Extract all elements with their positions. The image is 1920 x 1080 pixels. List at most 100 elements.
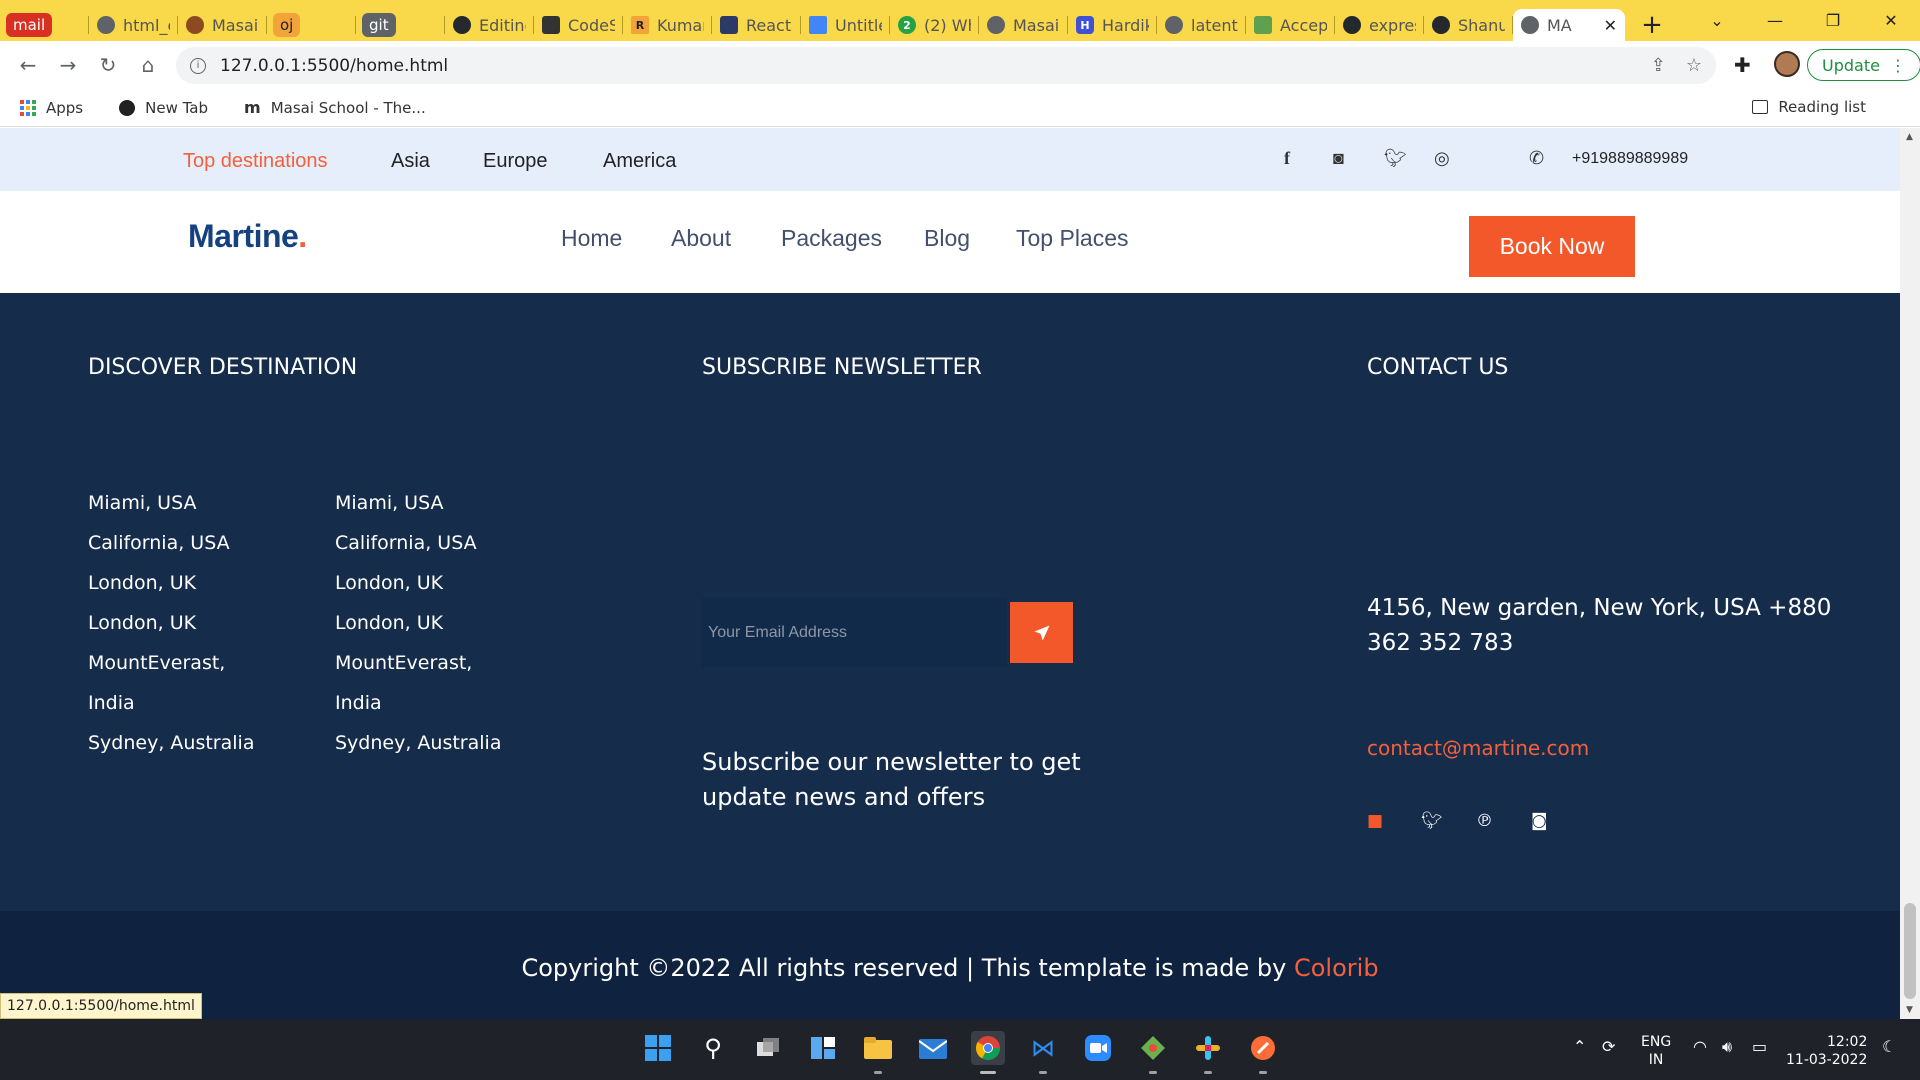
list-item[interactable]: California, USA: [335, 523, 505, 563]
list-item[interactable]: Miami, USA: [88, 483, 258, 523]
list-item[interactable]: California, USA: [88, 523, 258, 563]
nav-home[interactable]: Home: [561, 225, 622, 252]
book-now-button[interactable]: Book Now: [1469, 216, 1635, 277]
forward-icon[interactable]: →: [48, 45, 88, 85]
wifi-icon[interactable]: ◠: [1693, 1037, 1707, 1056]
scrollbar-thumb[interactable]: [1904, 903, 1916, 999]
tray-chevron-icon[interactable]: ⌃: [1573, 1037, 1586, 1056]
bookmark-new-tab[interactable]: New Tab: [119, 99, 208, 117]
list-item[interactable]: London, UK: [335, 603, 505, 643]
nav-blog[interactable]: Blog: [924, 225, 970, 252]
globe-icon: [97, 16, 115, 34]
nav-america[interactable]: America: [603, 150, 676, 173]
list-item[interactable]: Sydney, Australia: [335, 723, 505, 763]
email-input[interactable]: [702, 598, 1007, 667]
notifications-icon[interactable]: ☾: [1882, 1037, 1896, 1056]
back-icon[interactable]: ←: [8, 45, 48, 85]
nav-about[interactable]: About: [671, 225, 731, 252]
browser-tab[interactable]: Editing: [445, 9, 534, 41]
slack-icon[interactable]: [1191, 1031, 1225, 1065]
avatar[interactable]: [1774, 51, 1800, 77]
battery-icon[interactable]: ▭: [1752, 1037, 1767, 1056]
browser-tab[interactable]: 2(2) Wh: [890, 9, 979, 41]
browser-tab[interactable]: R Kumar: [623, 9, 712, 41]
twitter-icon[interactable]: 🐦︎: [1421, 811, 1443, 831]
git-tool-icon[interactable]: [1136, 1031, 1170, 1065]
subscribe-send-button[interactable]: [1010, 602, 1073, 663]
nav-packages[interactable]: Packages: [781, 225, 882, 252]
close-window-icon[interactable]: ✕: [1862, 11, 1920, 30]
tab-group-git[interactable]: git: [356, 9, 445, 41]
list-item[interactable]: London, UK: [335, 563, 505, 603]
nav-asia[interactable]: Asia: [391, 150, 430, 173]
update-button[interactable]: Update ⋮: [1807, 49, 1920, 81]
browser-tab-active[interactable]: MA ✕: [1513, 9, 1625, 41]
volume-icon[interactable]: 🔊︎: [1722, 1037, 1732, 1057]
browser-tab[interactable]: CodeS: [534, 9, 623, 41]
new-tab-button[interactable]: +: [1635, 8, 1669, 42]
postman-icon[interactable]: [1246, 1031, 1280, 1065]
site-logo[interactable]: Martine.: [188, 218, 307, 255]
language-indicator[interactable]: ENG IN: [1641, 1033, 1671, 1069]
browser-tab[interactable]: html_c: [89, 9, 178, 41]
extensions-icon[interactable]: ✚: [1734, 53, 1751, 77]
search-icon[interactable]: ⚲: [696, 1031, 730, 1065]
bookmark-star-icon[interactable]: ☆: [1686, 55, 1702, 76]
mail-icon[interactable]: [916, 1031, 950, 1065]
browser-tab[interactable]: React: [712, 9, 801, 41]
colorib-link[interactable]: Colorib: [1294, 954, 1379, 982]
bookmark-apps[interactable]: Apps: [20, 99, 83, 117]
site-info-icon[interactable]: i: [190, 57, 206, 74]
list-item[interactable]: Sydney, Australia: [88, 723, 258, 763]
list-item[interactable]: India: [335, 683, 505, 723]
reading-list-button[interactable]: Reading list: [1752, 98, 1866, 116]
list-item[interactable]: India: [88, 683, 258, 723]
scroll-up-icon[interactable]: ▲: [1906, 132, 1913, 142]
reload-icon[interactable]: ↻: [88, 45, 128, 85]
address-url[interactable]: 127.0.0.1:5500/home.html: [220, 56, 448, 76]
share-icon[interactable]: ⇪: [1651, 55, 1666, 76]
address-bar[interactable]: i 127.0.0.1:5500/home.html ⇪ ☆: [176, 47, 1716, 84]
home-icon[interactable]: ⌂: [128, 45, 168, 85]
nav-top-destinations[interactable]: Top destinations: [183, 150, 328, 173]
list-item[interactable]: MountEverast,: [88, 643, 258, 683]
page-scrollbar[interactable]: ▲ ▼: [1900, 128, 1920, 1019]
sync-icon[interactable]: ⟳: [1602, 1037, 1615, 1056]
contact-email-link[interactable]: contact@martine.com: [1367, 736, 1589, 760]
vscode-icon[interactable]: ⋈: [1026, 1031, 1060, 1065]
system-clock[interactable]: 12:02 11-03-2022: [1786, 1033, 1867, 1069]
start-icon[interactable]: [641, 1031, 675, 1065]
minimize-icon[interactable]: —: [1746, 11, 1804, 30]
browser-tab[interactable]: H Hardik: [1068, 9, 1157, 41]
chrome-icon[interactable]: [971, 1031, 1005, 1065]
instagram-icon[interactable]: ◙: [1531, 811, 1548, 831]
tab-group-mail[interactable]: mail: [0, 9, 89, 41]
widgets-icon[interactable]: [806, 1031, 840, 1065]
close-tab-icon[interactable]: ✕: [1604, 16, 1617, 35]
tab-group-oj[interactable]: oj: [267, 9, 356, 41]
list-item[interactable]: London, UK: [88, 563, 258, 603]
browser-tab[interactable]: expres: [1335, 9, 1424, 41]
browser-tab[interactable]: Untitle: [801, 9, 890, 41]
task-view-icon[interactable]: [751, 1031, 785, 1065]
phone-number[interactable]: +919889889989: [1572, 150, 1688, 168]
pinterest-icon[interactable]: ℗: [1476, 811, 1493, 831]
browser-tab[interactable]: Accep: [1246, 9, 1335, 41]
browser-tab[interactable]: latent: [1157, 9, 1246, 41]
bookmark-masai[interactable]: m Masai School - The...: [244, 98, 426, 117]
file-explorer-icon[interactable]: [861, 1031, 895, 1065]
list-item[interactable]: Miami, USA: [335, 483, 505, 523]
list-item[interactable]: MountEverast,: [335, 643, 505, 683]
nav-europe[interactable]: Europe: [483, 150, 548, 173]
zoom-icon[interactable]: [1081, 1031, 1115, 1065]
browser-tab[interactable]: Masai: [979, 9, 1068, 41]
restore-icon[interactable]: ❐: [1804, 11, 1862, 30]
nav-top-places[interactable]: Top Places: [1016, 225, 1129, 252]
facebook-icon[interactable]: ■: [1367, 811, 1383, 831]
tab-search-icon[interactable]: ⌄: [1688, 11, 1746, 30]
browser-tab[interactable]: Masai: [178, 9, 267, 41]
contact-address: 4156, New garden, New York, USA +880 362…: [1367, 595, 1832, 656]
scroll-down-icon[interactable]: ▼: [1906, 1005, 1913, 1015]
list-item[interactable]: London, UK: [88, 603, 258, 643]
browser-tab[interactable]: Shanu: [1424, 9, 1513, 41]
